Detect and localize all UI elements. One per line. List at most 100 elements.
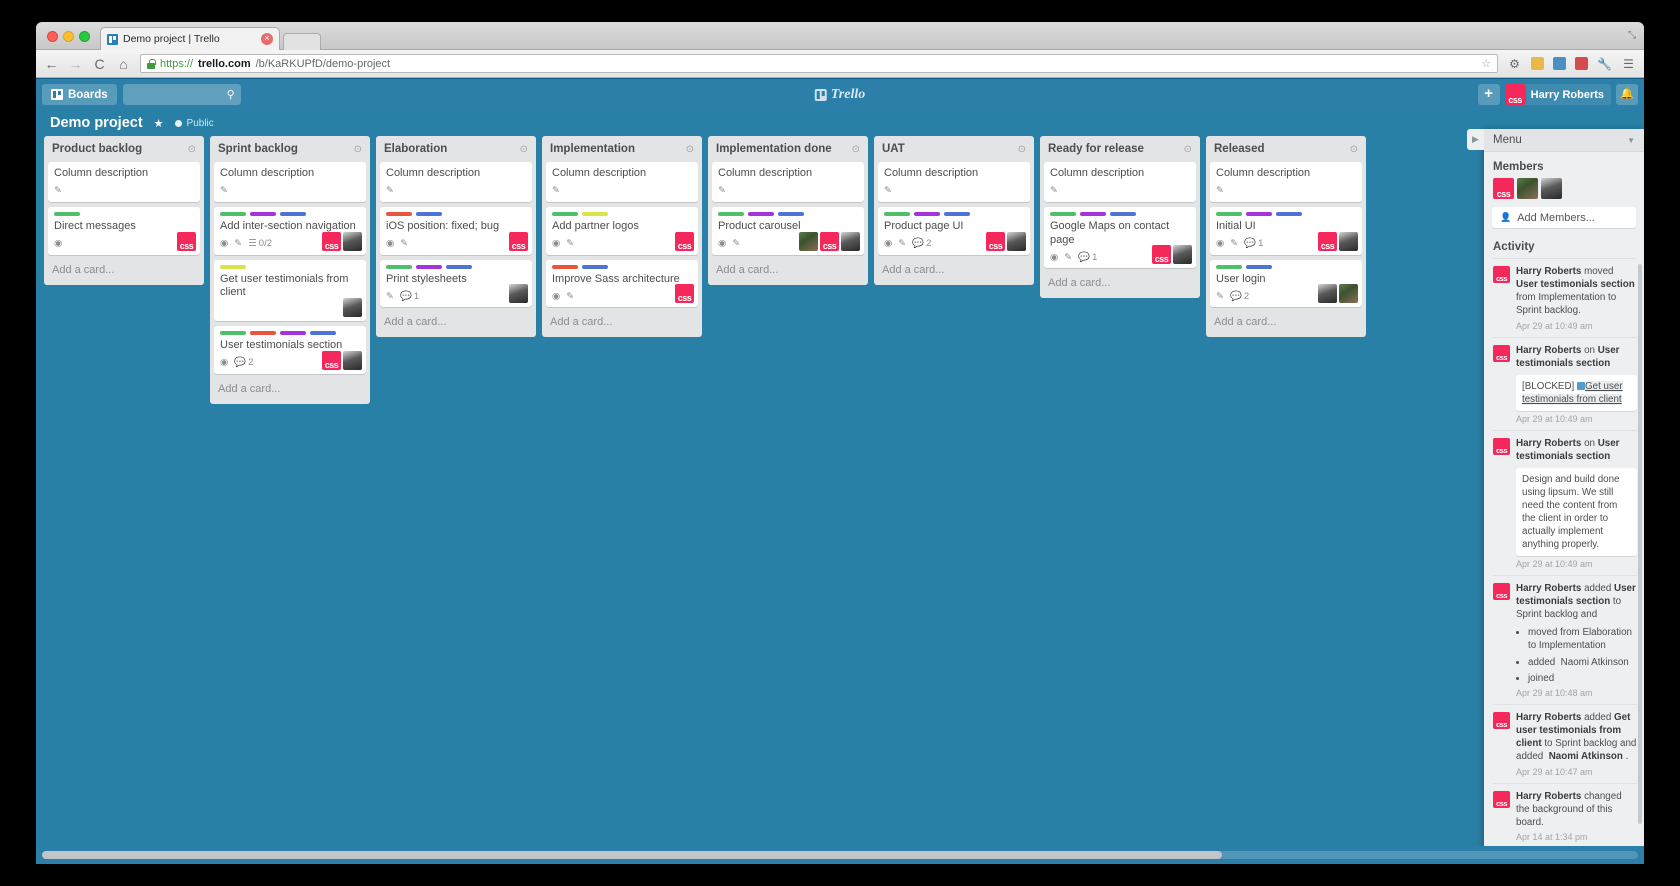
wrench-icon[interactable]: 🔧 bbox=[1597, 57, 1612, 71]
board-horizontal-scrollbar[interactable] bbox=[36, 846, 1644, 864]
label-chip[interactable] bbox=[220, 212, 246, 216]
label-chip[interactable] bbox=[250, 331, 276, 335]
extension-icon-1[interactable] bbox=[1531, 57, 1544, 70]
label-chip[interactable] bbox=[386, 265, 412, 269]
sidebar-toggle-button[interactable]: ▶ bbox=[1467, 129, 1484, 150]
label-chip[interactable] bbox=[718, 212, 744, 216]
activity-comment[interactable]: [BLOCKED] Get user testimonials from cli… bbox=[1516, 375, 1637, 411]
window-resize-icon[interactable]: ⤡ bbox=[1628, 30, 1636, 41]
label-chip[interactable] bbox=[1216, 265, 1242, 269]
list-title[interactable]: Implementation bbox=[550, 143, 686, 155]
card[interactable]: Column description✎ bbox=[214, 162, 366, 202]
card[interactable]: Print stylesheets✎💬1 bbox=[380, 260, 532, 308]
list-menu-icon[interactable]: ⊙ bbox=[1184, 144, 1192, 155]
label-chip[interactable] bbox=[310, 331, 336, 335]
label-chip[interactable] bbox=[280, 212, 306, 216]
card[interactable]: Add partner logos◉✎css bbox=[546, 207, 698, 255]
label-chip[interactable] bbox=[582, 265, 608, 269]
card[interactable]: Column description✎ bbox=[1210, 162, 1362, 202]
activity-comment[interactable]: Design and build done using lipsum. We s… bbox=[1516, 468, 1637, 557]
card[interactable]: Product page UI◉✎💬2css bbox=[878, 207, 1030, 255]
card[interactable]: Column description✎ bbox=[48, 162, 200, 202]
label-chip[interactable] bbox=[944, 212, 970, 216]
label-chip[interactable] bbox=[220, 265, 246, 269]
list-title[interactable]: Released bbox=[1214, 143, 1350, 155]
add-card-button[interactable]: Add a card... bbox=[878, 260, 1030, 281]
card[interactable]: Initial UI◉✎💬1css bbox=[1210, 207, 1362, 255]
activity-feed[interactable]: cssHarry Roberts moved User testimonials… bbox=[1484, 258, 1644, 864]
label-chip[interactable] bbox=[1050, 212, 1076, 216]
list-menu-icon[interactable]: ⊙ bbox=[1350, 144, 1358, 155]
add-card-button[interactable]: Add a card... bbox=[48, 260, 200, 281]
add-button[interactable]: + bbox=[1478, 84, 1500, 105]
add-card-button[interactable]: Add a card... bbox=[1044, 273, 1196, 294]
label-chip[interactable] bbox=[884, 212, 910, 216]
label-chip[interactable] bbox=[250, 212, 276, 216]
card[interactable]: Product carousel◉✎css bbox=[712, 207, 864, 255]
card[interactable]: Column description✎ bbox=[878, 162, 1030, 202]
trello-logo[interactable]: Trello bbox=[815, 87, 865, 103]
list-menu-icon[interactable]: ⊙ bbox=[520, 144, 528, 155]
tab-close-icon[interactable]: × bbox=[261, 33, 273, 45]
back-icon[interactable]: ← bbox=[44, 56, 59, 72]
card[interactable]: Google Maps on contact page◉✎💬1css bbox=[1044, 207, 1196, 269]
add-members-button[interactable]: 👤 Add Members... bbox=[1492, 207, 1636, 228]
label-chip[interactable] bbox=[1276, 212, 1302, 216]
label-chip[interactable] bbox=[748, 212, 774, 216]
window-maximize-button[interactable] bbox=[79, 31, 90, 42]
card[interactable]: Improve Sass architecture◉✎css bbox=[546, 260, 698, 308]
label-chip[interactable] bbox=[446, 265, 472, 269]
notifications-icon[interactable]: 🔔 bbox=[1616, 84, 1638, 105]
label-chip[interactable] bbox=[280, 331, 306, 335]
menu-hamburger-icon[interactable]: ☰ bbox=[1621, 57, 1636, 71]
list-title[interactable]: Elaboration bbox=[384, 143, 520, 155]
card[interactable]: iOS position: fixed; bug◉✎css bbox=[380, 207, 532, 255]
extension-icon-2[interactable] bbox=[1553, 57, 1566, 70]
card[interactable]: Column description✎ bbox=[380, 162, 532, 202]
sidebar-menu-bar[interactable]: Menu ▼ bbox=[1484, 129, 1644, 152]
card[interactable]: Column description✎ bbox=[1044, 162, 1196, 202]
list-title[interactable]: Implementation done bbox=[716, 143, 852, 155]
label-chip[interactable] bbox=[386, 212, 412, 216]
card[interactable]: User login✎💬2 bbox=[1210, 260, 1362, 308]
label-chip[interactable] bbox=[914, 212, 940, 216]
list-menu-icon[interactable]: ⊙ bbox=[686, 144, 694, 155]
add-card-button[interactable]: Add a card... bbox=[214, 379, 366, 400]
label-chip[interactable] bbox=[552, 212, 578, 216]
star-icon[interactable]: ★ bbox=[154, 117, 164, 130]
card[interactable]: Get user testimonials from client bbox=[214, 260, 366, 322]
home-icon[interactable]: ⌂ bbox=[116, 56, 131, 72]
label-chip[interactable] bbox=[54, 212, 80, 216]
visibility-badge[interactable]: Public bbox=[175, 118, 214, 129]
card[interactable]: Direct messages◉css bbox=[48, 207, 200, 255]
card[interactable]: Column description✎ bbox=[546, 162, 698, 202]
window-minimize-button[interactable] bbox=[63, 31, 74, 42]
gear-icon[interactable]: ⚙ bbox=[1507, 57, 1522, 71]
boards-button[interactable]: Boards bbox=[42, 84, 117, 105]
add-card-button[interactable]: Add a card... bbox=[546, 312, 698, 333]
card[interactable]: Column description✎ bbox=[712, 162, 864, 202]
list-title[interactable]: Sprint backlog bbox=[218, 143, 354, 155]
label-chip[interactable] bbox=[416, 212, 442, 216]
extension-icon-3[interactable] bbox=[1575, 57, 1588, 70]
list-menu-icon[interactable]: ⊙ bbox=[188, 144, 196, 155]
label-chip[interactable] bbox=[1246, 265, 1272, 269]
list-menu-icon[interactable]: ⊙ bbox=[354, 144, 362, 155]
browser-tab[interactable]: Demo project | Trello × bbox=[100, 27, 280, 50]
card[interactable]: Add inter-section navigation◉✎☰0/2css bbox=[214, 207, 366, 255]
card[interactable]: User testimonials section◉💬2css bbox=[214, 326, 366, 374]
add-card-button[interactable]: Add a card... bbox=[1210, 312, 1362, 333]
list-title[interactable]: UAT bbox=[882, 143, 1018, 155]
label-chip[interactable] bbox=[1080, 212, 1106, 216]
list-menu-icon[interactable]: ⊙ bbox=[1018, 144, 1026, 155]
forward-icon[interactable]: → bbox=[68, 56, 83, 72]
search-input[interactable]: ⚲ bbox=[123, 84, 241, 105]
label-chip[interactable] bbox=[1246, 212, 1272, 216]
reload-icon[interactable]: C bbox=[92, 56, 107, 72]
add-card-button[interactable]: Add a card... bbox=[380, 312, 532, 333]
scrollbar-thumb[interactable] bbox=[42, 851, 1222, 859]
list-title[interactable]: Ready for release bbox=[1048, 143, 1184, 155]
sidebar-scrollbar[interactable] bbox=[1638, 264, 1642, 824]
list-menu-icon[interactable]: ⊙ bbox=[852, 144, 860, 155]
list-title[interactable]: Product backlog bbox=[52, 143, 188, 155]
